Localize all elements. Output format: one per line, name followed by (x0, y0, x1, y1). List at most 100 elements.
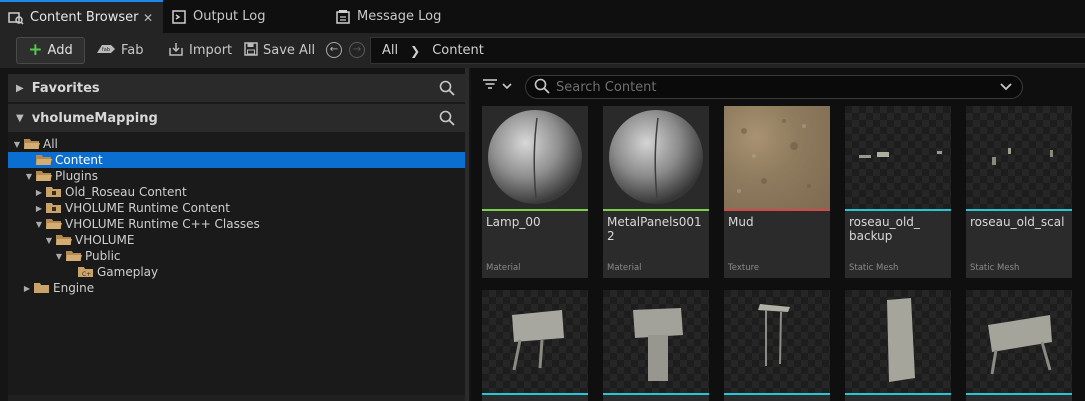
import-label: Import (189, 43, 233, 58)
message-log-icon (335, 9, 351, 25)
static-mesh-thumbnail (845, 290, 951, 393)
material-thumbnail (482, 106, 588, 209)
tab-label: Output Log (193, 9, 266, 24)
chevron-down-icon (502, 79, 512, 93)
expand-right-icon: ▶ (16, 82, 24, 94)
project-header[interactable]: ▼ vholumeMapping (8, 104, 465, 132)
expand-down-icon[interactable]: ▼ (12, 140, 22, 149)
import-button[interactable]: Import (168, 37, 232, 64)
asset-name: MetalPanels0012 (607, 215, 702, 243)
asset-tile-mesh-8[interactable] (724, 290, 830, 401)
sources-panel: ▶ Favorites ▼ vholumeMapping ▼ All Conte… (8, 74, 465, 401)
tree-item-public[interactable]: ▼ Public (8, 248, 465, 264)
content-browser-icon (8, 10, 24, 26)
asset-tile-mesh-10[interactable] (966, 290, 1072, 401)
tree-label: VHOLUME Runtime C++ Classes (65, 217, 260, 231)
import-icon (168, 42, 184, 60)
folder-open-icon (24, 138, 40, 150)
tab-output-log[interactable]: Output Log (163, 0, 313, 33)
tree-item-vholume-runtime-cpp-classes[interactable]: ▼ VHOLUME Runtime C++ Classes (8, 216, 465, 232)
chevron-down-icon[interactable] (1000, 81, 1012, 95)
filter-button[interactable] (482, 78, 512, 93)
filter-icon (482, 78, 498, 93)
tab-label: Message Log (357, 9, 442, 24)
expand-down-icon: ▼ (16, 112, 24, 124)
folder-open-icon (56, 234, 72, 246)
breadcrumb-current[interactable]: Content (432, 43, 484, 58)
tab-label: Content Browser (30, 10, 139, 25)
asset-type: Material (486, 263, 521, 273)
breadcrumb-root[interactable]: All (382, 43, 398, 58)
asset-name: Mud (728, 215, 754, 229)
asset-tile-metalpanels0012[interactable]: MetalPanels0012 Material (603, 106, 709, 278)
expand-right-icon[interactable]: ▶ (34, 188, 44, 197)
tree-item-vholume[interactable]: ▼ VHOLUME (8, 232, 465, 248)
tree-label: Public (85, 249, 121, 263)
project-label: vholumeMapping (31, 110, 158, 126)
tree-item-old-roseau-content[interactable]: ▶ Old_Roseau Content (8, 184, 465, 200)
save-icon (244, 41, 258, 60)
toolbar: + Add fab Fab Import Save All ← → All ❯ … (0, 33, 1085, 68)
plugin-folder-icon (46, 202, 62, 214)
expand-right-icon[interactable]: ▶ (34, 204, 44, 213)
static-mesh-thumbnail (603, 290, 709, 393)
tree-item-gameplay[interactable]: C+ Gameplay (8, 264, 465, 280)
asset-type-bar (482, 209, 588, 211)
tree-label: Engine (53, 281, 95, 295)
add-button[interactable]: + Add (16, 37, 85, 64)
asset-tile-mesh-7[interactable] (603, 290, 709, 401)
close-icon[interactable]: ✕ (143, 11, 153, 25)
search-bar (525, 75, 1023, 99)
expand-down-icon[interactable]: ▼ (54, 252, 64, 261)
tab-content-browser[interactable]: Content Browser ✕ (0, 0, 163, 33)
fab-button[interactable]: fab Fab (96, 37, 144, 64)
asset-tile-roseau-old-backup[interactable]: roseau_old_ backup Static Mesh (845, 106, 951, 278)
output-log-icon (171, 9, 187, 25)
save-all-label: Save All (263, 43, 316, 58)
tree-item-engine[interactable]: ▶ Engine (8, 280, 465, 296)
chevron-right-icon[interactable]: ❯ (410, 44, 420, 58)
expand-down-icon[interactable]: ▼ (24, 172, 34, 181)
panel-splitter[interactable] (465, 68, 469, 401)
folder-open-icon (46, 218, 62, 230)
search-input[interactable] (556, 79, 996, 95)
asset-tile-mud[interactable]: Mud Texture (724, 106, 830, 278)
folder-open-icon (36, 170, 52, 182)
tree-label: Plugins (55, 169, 98, 183)
back-icon[interactable]: ← (326, 42, 342, 58)
svg-text:fab: fab (102, 47, 110, 53)
static-mesh-thumbnail (966, 106, 1072, 209)
favorites-header[interactable]: ▶ Favorites (8, 74, 465, 102)
save-all-button[interactable]: Save All (244, 37, 315, 64)
tree-item-plugins[interactable]: ▼ Plugins (8, 168, 465, 184)
plus-icon: + (28, 39, 43, 60)
static-mesh-thumbnail (482, 290, 588, 393)
breadcrumb: All ❯ Content (370, 37, 1085, 64)
asset-tile-mesh-6[interactable] (482, 290, 588, 401)
forward-icon[interactable]: → (349, 42, 365, 58)
tab-message-log[interactable]: Message Log (327, 0, 477, 33)
expand-down-icon[interactable]: ▼ (34, 220, 44, 229)
search-icon[interactable] (439, 80, 455, 100)
tree-item-all[interactable]: ▼ All (8, 136, 465, 152)
search-icon[interactable] (439, 110, 455, 130)
add-label: Add (47, 43, 73, 58)
expand-right-icon[interactable]: ▶ (22, 284, 32, 293)
tree-item-vholume-runtime-content[interactable]: ▶ VHOLUME Runtime Content (8, 200, 465, 216)
asset-tile-mesh-9[interactable] (845, 290, 951, 401)
tab-bar: Content Browser ✕ Output Log Message Log (0, 0, 1085, 33)
expand-down-icon[interactable]: ▼ (44, 236, 54, 245)
material-thumbnail (603, 106, 709, 209)
folder-icon (34, 282, 50, 294)
tree-label: All (43, 137, 58, 151)
asset-tile-lamp-00[interactable]: Lamp_00 Material (482, 106, 588, 278)
tree-item-content[interactable]: Content (8, 152, 465, 168)
asset-type: Static Mesh (970, 263, 1020, 273)
tree-label: Content (55, 153, 103, 167)
asset-tile-roseau-old-scal[interactable]: roseau_old_scal Static Mesh (966, 106, 1072, 278)
asset-name: roseau_old_ backup (849, 215, 920, 243)
search-icon (534, 78, 550, 97)
asset-type-bar (724, 209, 830, 211)
asset-type: Texture (728, 263, 760, 273)
plugin-folder-icon (46, 186, 62, 198)
